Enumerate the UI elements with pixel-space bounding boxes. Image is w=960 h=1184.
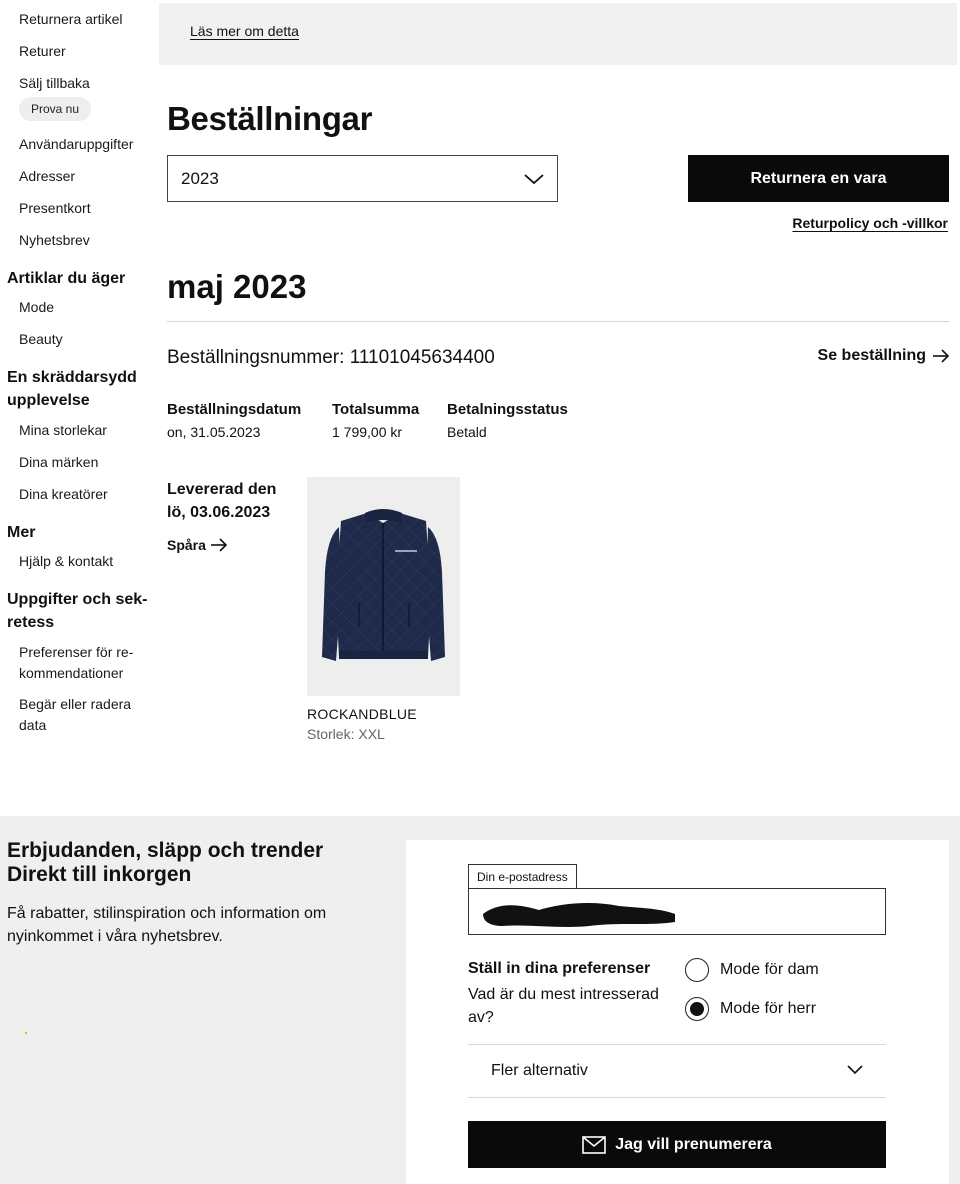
try-now-badge[interactable]: Prova nu (19, 97, 92, 121)
order-date-label: Beställningsdatum (167, 401, 302, 418)
decorative-dot (25, 1032, 27, 1034)
radio-label-women: Mode för dam (720, 961, 819, 978)
sidebar-item-my-sizes[interactable]: Mina storlekar (19, 420, 107, 440)
radio-button[interactable] (685, 958, 709, 982)
sidebar-heading-more: Mer (7, 524, 36, 541)
jacket-image (322, 509, 445, 661)
radio-button-selected[interactable] (685, 997, 709, 1021)
more-options-dropdown[interactable]: Fler alternativ (468, 1044, 886, 1098)
sidebar-item-help-contact[interactable]: Hjälp & kontakt (19, 551, 113, 571)
more-options-label: Fler alternativ (491, 1062, 588, 1079)
redacted-email-scribble (483, 903, 675, 927)
newsletter-title: Erbjudanden, släpp och trender Direkt ti… (7, 839, 324, 886)
mail-icon (582, 1135, 607, 1154)
sidebar-item-return-article[interactable]: Returnera artikel (19, 9, 123, 29)
year-select-value: 2023 (181, 169, 219, 188)
sidebar-heading-privacy: Uppgifter och sek-retess (7, 591, 148, 631)
payment-status-value: Betald (447, 424, 487, 440)
year-select[interactable]: 2023 (167, 155, 558, 202)
sidebar-item-your-creators[interactable]: Dina kreatörer (19, 484, 108, 504)
page-title: Beställningar (167, 100, 373, 137)
track-link[interactable]: Spåra (167, 537, 228, 553)
sidebar-item-fashion[interactable]: Mode (19, 297, 54, 317)
divider (167, 321, 949, 322)
see-order-link[interactable]: Se beställning (818, 347, 950, 365)
sidebar-item-addresses[interactable]: Adresser (19, 166, 75, 186)
order-date-value: on, 31.05.2023 (167, 424, 261, 440)
info-banner: Läs mer om detta (159, 3, 957, 65)
product-brand: ROCKANDBLUE (307, 706, 417, 722)
sidebar-item-request-delete-data[interactable]: Begär eller radera data (19, 694, 149, 736)
email-field[interactable] (468, 888, 886, 935)
chevron-down-icon (524, 174, 544, 185)
arrow-right-icon (933, 349, 950, 363)
sidebar-item-beauty[interactable]: Beauty (19, 329, 63, 349)
sidebar-item-gift-cards[interactable]: Presentkort (19, 198, 91, 218)
chevron-down-icon (847, 1065, 863, 1075)
read-more-link[interactable]: Läs mer om detta (190, 23, 299, 39)
radio-women[interactable]: Mode för dam (685, 958, 819, 982)
radio-label-men: Mode för herr (720, 1000, 817, 1017)
subscribe-button[interactable]: Jag vill prenumerera (468, 1121, 886, 1168)
sidebar-item-your-brands[interactable]: Dina märken (19, 452, 98, 472)
radio-men[interactable]: Mode för herr (685, 997, 816, 1021)
sidebar-item-sell-back[interactable]: Sälj tillbaka (19, 73, 90, 93)
subscribe-label: Jag vill prenumerera (615, 1135, 772, 1153)
newsletter-section: Erbjudanden, släpp och trender Direkt ti… (0, 816, 960, 1184)
sidebar-item-newsletter[interactable]: Nyhetsbrev (19, 230, 90, 250)
total-label: Totalsumma (332, 401, 420, 418)
sidebar-item-user-details[interactable]: Användaruppgifter (19, 134, 133, 154)
arrow-right-icon (210, 538, 228, 552)
sidebar-item-recommendation-prefs[interactable]: Preferenser för re-kommendationer (19, 642, 149, 684)
order-number: Beställningsnummer: 11101045634400 (167, 347, 495, 368)
email-label: Din e-postadress (468, 864, 577, 889)
return-policy-link[interactable]: Returpolicy och -villkor (792, 215, 948, 231)
sidebar-heading-tailored: En skräddarsydd upplevelse (7, 369, 137, 409)
preferences-question: Vad är du mest intresserad av? (468, 986, 659, 1026)
product-size: Storlek: XXL (307, 726, 385, 742)
newsletter-description: Få rabatter, stilinspiration och informa… (7, 905, 327, 945)
sidebar-item-returns[interactable]: Returer (19, 41, 66, 61)
month-heading: maj 2023 (167, 268, 307, 305)
track-label: Spåra (167, 537, 206, 553)
payment-status-label: Betalningsstatus (447, 401, 568, 418)
total-value: 1 799,00 kr (332, 424, 403, 440)
return-item-button[interactable]: Returnera en vara (688, 155, 949, 202)
see-order-label: Se beställning (817, 347, 926, 364)
product-image[interactable] (307, 477, 460, 696)
preferences-title: Ställ in dina preferenser (468, 960, 651, 977)
delivery-status: Levererad den lö, 03.06.2023 (167, 481, 277, 521)
sidebar-heading-owned: Artiklar du äger (7, 270, 126, 287)
newsletter-form: Din e-postadress Ställ in dina preferens… (406, 840, 949, 1184)
